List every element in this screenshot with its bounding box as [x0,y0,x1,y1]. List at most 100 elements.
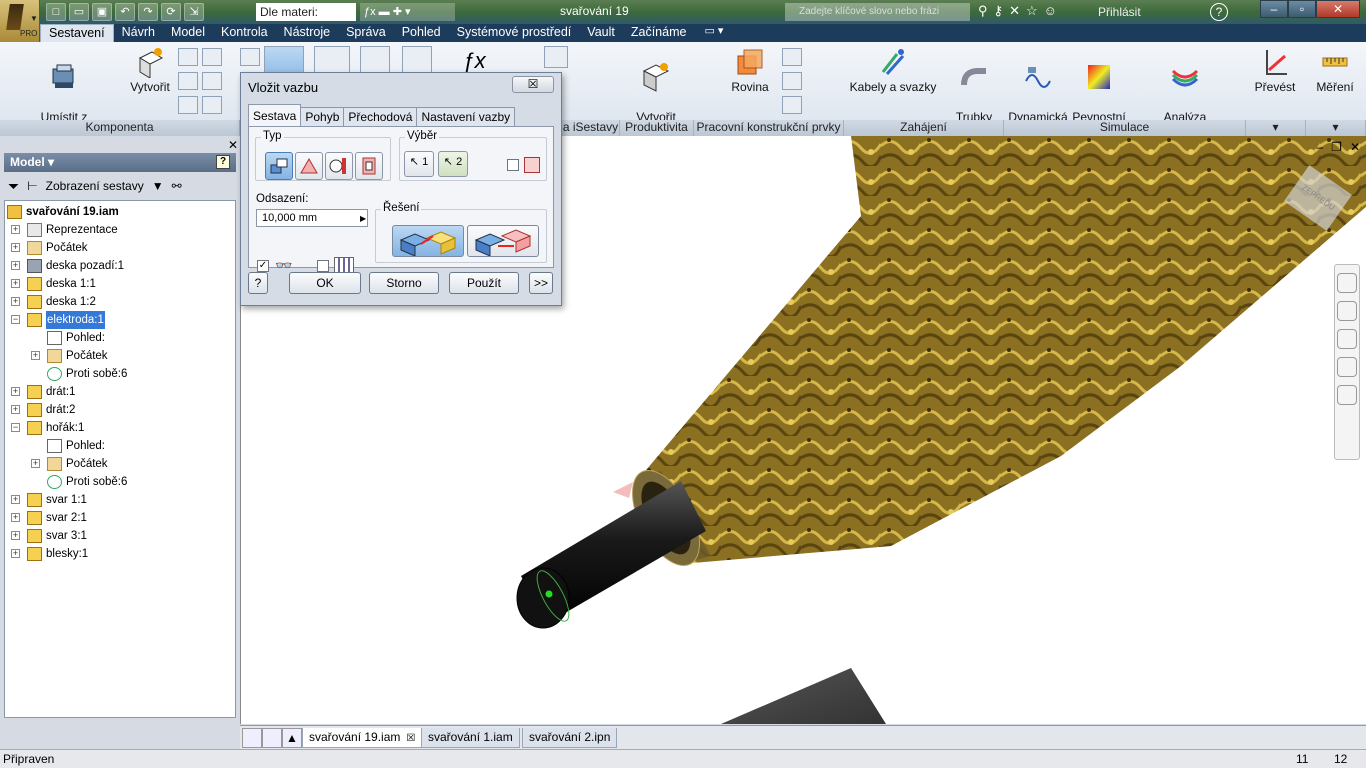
doc-tab-active[interactable]: svařování 19.iam ☒ [302,728,423,748]
save-icon[interactable]: ▣ [92,3,112,21]
measure-button[interactable]: Měření [1308,46,1362,95]
expander-icon[interactable]: + [11,495,20,504]
tree-node[interactable]: + svar 1:1 [5,491,233,509]
expander-icon[interactable]: + [11,297,20,306]
tree-node[interactable]: + deska 1:2 [5,293,233,311]
more-button[interactable]: >> [529,272,553,294]
tree-node[interactable]: + Počátek [5,347,233,365]
first-occurrence-checkbox[interactable] [507,159,519,171]
expander-icon[interactable]: − [11,315,20,324]
undo-icon[interactable]: ↶ [115,3,135,21]
panel-measure[interactable]: ▾ [1306,120,1366,136]
ucs-icon[interactable] [782,96,802,114]
create-component-button[interactable]: Vytvořit [124,46,176,95]
tab-tools[interactable]: Nástroje [276,24,339,42]
tab-vault[interactable]: Vault [579,24,623,42]
new-icon[interactable]: □ [46,3,66,21]
steering-wheel-icon[interactable] [1337,273,1357,293]
pan-icon[interactable] [1337,301,1357,321]
offset-input[interactable]: 10,000 mm ▶ [256,209,368,227]
star-icon[interactable]: ☆ [1026,3,1038,19]
replace-icon[interactable] [202,48,222,66]
tools-icon[interactable]: ✕ [1009,3,1020,19]
tree-node[interactable]: − elektroda:1 [5,311,233,329]
plane-button[interactable]: Rovina [726,46,774,95]
tab-get-started[interactable]: Začínáme [623,24,695,42]
restore-doc-icon[interactable]: ❐ [1331,140,1342,154]
expander-icon[interactable]: + [11,225,20,234]
minimize-doc-icon[interactable]: – [1316,140,1323,154]
help-icon[interactable]: ? [216,155,230,169]
convert-button[interactable]: Převést [1250,46,1300,95]
sign-in-button[interactable]: Přihlásit [1098,5,1141,19]
cascade-icon[interactable] [242,728,262,748]
tile-icon[interactable] [262,728,282,748]
help-icon[interactable]: ? [1210,3,1228,21]
tab-assembly[interactable]: Sestava [248,104,302,126]
tree-node[interactable]: svařování 19.iam [5,203,233,221]
tree-node[interactable]: + Počátek [5,239,233,257]
axis-icon[interactable] [782,48,802,66]
insert-type-button[interactable] [355,152,383,180]
tree-node[interactable]: − hořák:1 [5,419,233,437]
tree-node[interactable]: + deska pozadí:1 [5,257,233,275]
tangent-type-button[interactable] [325,152,353,180]
binoculars-icon[interactable]: ⚲ [978,3,988,19]
doc-tab[interactable]: svařování 1.iam [421,728,520,748]
panel-convert[interactable]: ▾ [1246,120,1306,136]
tab-transitional[interactable]: Přechodová [343,107,418,126]
tree-node[interactable]: Pohled: [5,329,233,347]
shrinkwrap-icon[interactable] [178,96,198,114]
tab-motion[interactable]: Pohyb [300,107,345,126]
expander-icon[interactable]: − [11,423,20,432]
pick-part-first-icon[interactable] [524,157,540,173]
browser-header[interactable]: Model ▾ ? [4,153,236,172]
expander-icon[interactable]: + [11,243,20,252]
tree-node[interactable]: + svar 2:1 [5,509,233,527]
tree-node[interactable]: + Reprezentace [5,221,233,239]
tree-node[interactable]: + blesky:1 [5,545,233,563]
tree-node[interactable]: + svar 3:1 [5,527,233,545]
redo-icon[interactable]: ↷ [138,3,158,21]
tab-manage[interactable]: Správa [338,24,394,42]
cables-button[interactable]: Kabely a svazky [848,46,938,95]
tree-node[interactable]: Proti sobě:6 [5,365,233,383]
key-icon[interactable]: ⚷ [994,3,1004,19]
cancel-button[interactable]: Storno [369,272,439,294]
mate-solution-button[interactable] [392,225,464,257]
mirror-icon[interactable] [178,72,198,90]
expander-icon[interactable]: + [31,351,40,360]
tab-environments[interactable]: Systémové prostředí [449,24,580,42]
tab-view[interactable]: Pohled [394,24,449,42]
tree-node[interactable]: + drát:2 [5,401,233,419]
dialog-close-button[interactable]: ☒ [512,76,554,93]
material-field[interactable]: Dle materi: [256,3,356,21]
ribbon-options-icon[interactable]: ▭ ▾ [694,24,733,42]
expander-icon[interactable]: + [31,459,40,468]
update-icon[interactable]: ⟳ [161,3,181,21]
select-second-button[interactable]: ↖ 2 [438,151,468,177]
angle-type-button[interactable] [295,152,323,180]
filter-icon[interactable]: ⏷ [8,178,19,195]
chevron-right-icon[interactable]: ▶ [360,211,368,227]
panel-work-features[interactable]: Pracovní konstrukční prvky [694,120,844,136]
tab-design[interactable]: Návrh [114,24,163,42]
expander-icon[interactable]: + [11,531,20,540]
chevron-up-icon[interactable]: ▲ [282,728,302,748]
close-doc-icon[interactable]: ✕ [1350,140,1360,154]
selection-point[interactable] [545,590,553,598]
flush-solution-button[interactable] [467,225,539,257]
parameters-icon[interactable]: ƒx ▬ ✚ ▾ [360,3,455,21]
info-icon[interactable] [544,46,568,68]
tree-node[interactable]: + Počátek [5,455,233,473]
expander-icon[interactable]: + [11,387,20,396]
pattern-icon[interactable] [178,48,198,66]
close-icon[interactable]: ✕ [228,138,238,152]
orbit-icon[interactable] [1337,357,1357,377]
expander-icon[interactable]: + [11,549,20,558]
look-at-icon[interactable] [1337,385,1357,405]
panel-component[interactable]: Komponenta [0,120,240,136]
tab-constraint-set[interactable]: Nastavení vazby [416,107,516,126]
zoom-icon[interactable] [1337,329,1357,349]
maximize-button[interactable]: ▫ [1288,0,1316,18]
